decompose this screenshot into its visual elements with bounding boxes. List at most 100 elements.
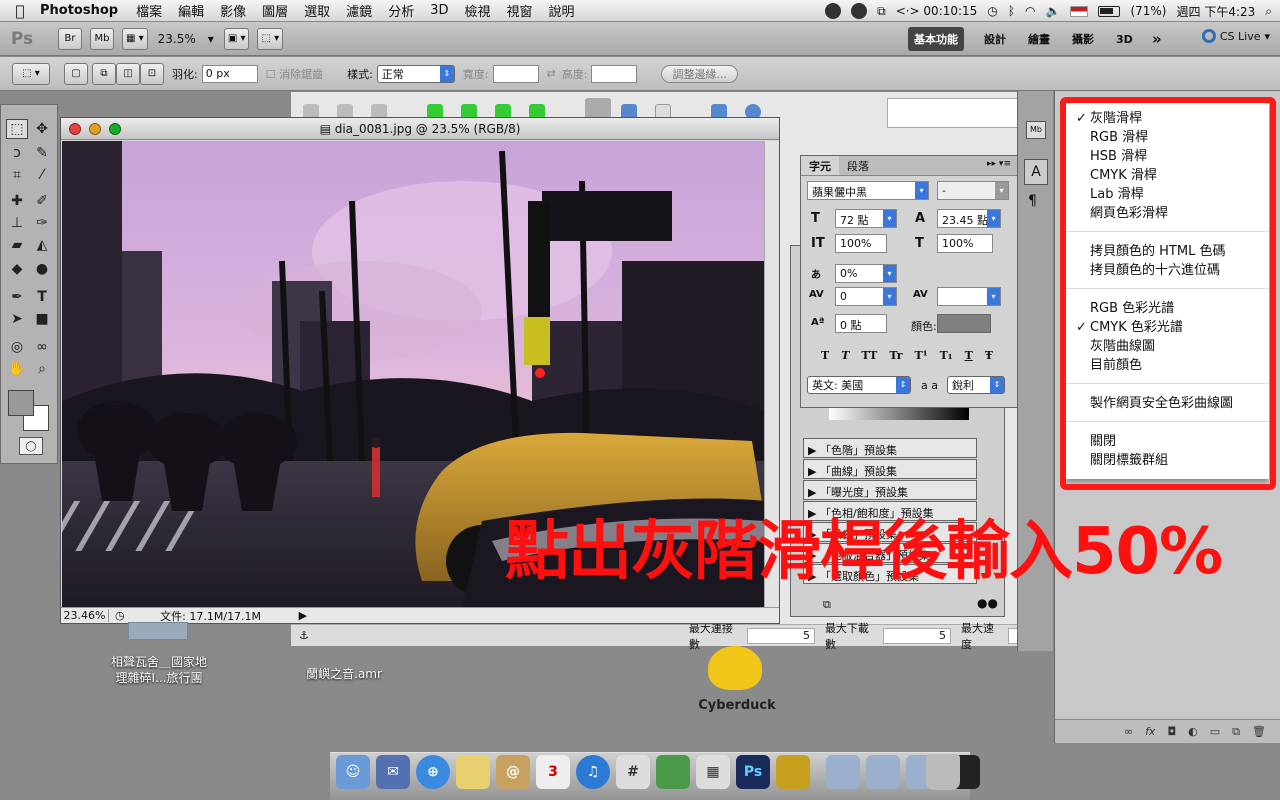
menu-file[interactable]: 檔案 bbox=[128, 1, 170, 20]
underline-button[interactable]: T bbox=[965, 349, 973, 362]
desktop-file-icon[interactable] bbox=[128, 622, 188, 640]
subscript-button[interactable]: T₁ bbox=[940, 349, 953, 362]
stickies-icon[interactable] bbox=[456, 755, 490, 789]
workspace-more-button[interactable]: » bbox=[1146, 27, 1168, 51]
menu-analysis[interactable]: 分析 bbox=[380, 1, 422, 20]
refine-edge-button[interactable]: 調整邊緣... bbox=[661, 64, 738, 83]
move-tool-icon[interactable]: ✥ bbox=[31, 119, 53, 139]
cyberduck-icon[interactable] bbox=[708, 646, 762, 690]
tracking-input[interactable]: ▾ bbox=[937, 287, 1001, 306]
panel-menu-icon[interactable]: ▸▸ ▾≡ bbox=[981, 156, 1017, 175]
crop-tool-icon[interactable]: ⌗ bbox=[6, 165, 28, 185]
zoom-level[interactable]: 23.5% bbox=[158, 32, 196, 46]
menu-3d[interactable]: 3D bbox=[422, 3, 456, 18]
text-color-swatch[interactable] bbox=[937, 314, 991, 333]
zoom-tool-icon[interactable]: ⌕ bbox=[31, 359, 53, 379]
minimize-window-icon[interactable] bbox=[89, 123, 101, 135]
app-name-menu[interactable]: Photoshop bbox=[40, 3, 128, 18]
shape-tool-icon[interactable]: ■ bbox=[31, 309, 53, 329]
workspace-design[interactable]: 設計 bbox=[978, 27, 1012, 51]
timer-text[interactable]: <·> 00:10:15 bbox=[896, 4, 978, 18]
width-input[interactable] bbox=[492, 64, 539, 83]
faux-bold-button[interactable]: T bbox=[821, 349, 829, 362]
lasso-tool-icon[interactable]: ↄ bbox=[6, 143, 28, 163]
sync-icon[interactable]: ⧉ bbox=[877, 4, 886, 19]
tab-character[interactable]: 字元 bbox=[801, 156, 839, 175]
link-layers-icon[interactable]: ∞ bbox=[1124, 725, 1133, 738]
eyedropper-tool-icon[interactable]: ⁄ bbox=[31, 165, 53, 185]
desktop-icon-label-3[interactable]: Cyberduck bbox=[690, 698, 784, 714]
menu-layer[interactable]: 圖層 bbox=[254, 1, 296, 20]
max-connections-input[interactable]: 5 bbox=[746, 627, 815, 644]
itunes-icon[interactable]: ♫ bbox=[576, 755, 610, 789]
strikethrough-button[interactable]: Ŧ bbox=[985, 349, 993, 362]
safari-icon[interactable]: ⊕ bbox=[416, 755, 450, 789]
layer-mask-icon[interactable]: ◘ bbox=[1167, 725, 1176, 738]
eraser-tool-icon[interactable]: ▰ bbox=[6, 235, 28, 255]
style-select[interactable]: 正常 ⇕ bbox=[376, 64, 455, 83]
tool-preset-picker[interactable]: ⬚ ▾ bbox=[12, 62, 50, 85]
quick-mask-icon[interactable]: ◯ bbox=[19, 437, 43, 455]
delete-layer-icon[interactable]: 🗑 bbox=[1252, 725, 1266, 738]
marquee-tool-icon[interactable]: ⬚ bbox=[6, 119, 28, 139]
address-book-icon[interactable]: @ bbox=[496, 755, 530, 789]
growl-icon[interactable] bbox=[851, 3, 868, 19]
foreground-color-swatch[interactable] bbox=[8, 390, 34, 416]
clone-stamp-tool-icon[interactable]: ⊥ bbox=[6, 213, 28, 233]
bluetooth-icon[interactable]: ᛒ bbox=[1008, 4, 1015, 18]
brush-tool-icon[interactable]: ✐ bbox=[31, 191, 53, 211]
font-family-select[interactable]: 蘋果儷中黑 ▾ bbox=[807, 181, 929, 200]
desktop-icon-label-2[interactable]: 蘭嶼之音.amr bbox=[296, 666, 392, 682]
menu-view[interactable]: 檢視 bbox=[456, 1, 498, 20]
swap-icon[interactable]: ⇄ bbox=[547, 67, 556, 80]
height-input[interactable] bbox=[591, 64, 638, 83]
volume-icon[interactable]: 🔈 bbox=[1046, 4, 1061, 18]
kerning-input[interactable]: 0 ▾ bbox=[835, 287, 897, 306]
feather-input[interactable]: 0 px bbox=[201, 64, 258, 83]
time-machine-icon[interactable]: ◷ bbox=[987, 4, 997, 18]
cs-live-button[interactable]: CS Live ▾ bbox=[1201, 29, 1270, 43]
paint-bucket-tool-icon[interactable]: ◭ bbox=[31, 235, 53, 255]
calculator-icon[interactable]: ▦ bbox=[696, 755, 730, 789]
adjustment-icons-row[interactable] bbox=[829, 406, 969, 420]
superscript-button[interactable]: T¹ bbox=[915, 349, 928, 362]
new-group-icon[interactable]: ▭ bbox=[1210, 725, 1220, 738]
intersect-selection-button[interactable]: ⊡ bbox=[140, 62, 164, 85]
new-selection-button[interactable]: ▢ bbox=[64, 62, 88, 85]
clock[interactable]: 週四 下午4:23 bbox=[1177, 3, 1256, 20]
workspace-3d[interactable]: 3D bbox=[1110, 27, 1139, 51]
hand-tool-icon[interactable]: ✋ bbox=[6, 359, 28, 379]
documents-folder-icon[interactable] bbox=[866, 755, 900, 789]
paragraph-panel-icon[interactable]: ¶ bbox=[1028, 193, 1037, 209]
dodge-tool-icon[interactable]: ● bbox=[31, 259, 53, 279]
character-panel-icon[interactable]: A bbox=[1024, 159, 1048, 185]
photoshop-dock-icon[interactable]: Ps bbox=[736, 755, 770, 789]
menu-select[interactable]: 選取 bbox=[296, 1, 338, 20]
wifi-icon[interactable]: ◠ bbox=[1025, 4, 1035, 18]
baseline-shift-input[interactable]: 0 點 bbox=[835, 314, 887, 333]
return-icon[interactable]: ⧉ bbox=[823, 598, 831, 612]
script-editor-icon[interactable]: # bbox=[616, 755, 650, 789]
small-caps-button[interactable]: Tr bbox=[889, 349, 902, 362]
path-select-tool-icon[interactable]: ➤ bbox=[6, 309, 28, 329]
max-downloads-input[interactable]: 5 bbox=[882, 627, 951, 644]
globe-icon[interactable] bbox=[825, 3, 842, 19]
vertical-scale-input[interactable]: 100% bbox=[835, 234, 887, 253]
preset-levels[interactable]: ▶ 「色階」預設集 bbox=[803, 438, 977, 458]
bridge-button[interactable]: Br bbox=[58, 27, 82, 50]
antialias-select[interactable]: 銳利 ⇕ bbox=[947, 376, 1005, 394]
close-window-icon[interactable] bbox=[69, 123, 81, 135]
3d-rotate-tool-icon[interactable]: ◎ bbox=[6, 337, 28, 357]
status-info-icon[interactable]: ◷ bbox=[115, 609, 125, 622]
all-caps-button[interactable]: TT bbox=[861, 349, 877, 362]
zoom-dropdown-icon[interactable]: ▾ bbox=[208, 32, 214, 46]
menu-filter[interactable]: 濾鏡 bbox=[338, 1, 380, 20]
leading-input[interactable]: 23.45 點 ▾ bbox=[937, 209, 1001, 228]
view-extras-button[interactable]: ▦ ▾ bbox=[122, 27, 148, 50]
screen-mode-button[interactable]: ⬚ ▾ bbox=[257, 27, 284, 50]
arrange-documents-button[interactable]: ▣ ▾ bbox=[223, 27, 250, 50]
new-layer-icon[interactable]: ⧉ bbox=[1232, 725, 1240, 739]
type-tool-icon[interactable]: T bbox=[31, 287, 53, 307]
status-menu-arrow-icon[interactable]: ▶ bbox=[299, 609, 307, 622]
menu-edit[interactable]: 編輯 bbox=[170, 1, 212, 20]
